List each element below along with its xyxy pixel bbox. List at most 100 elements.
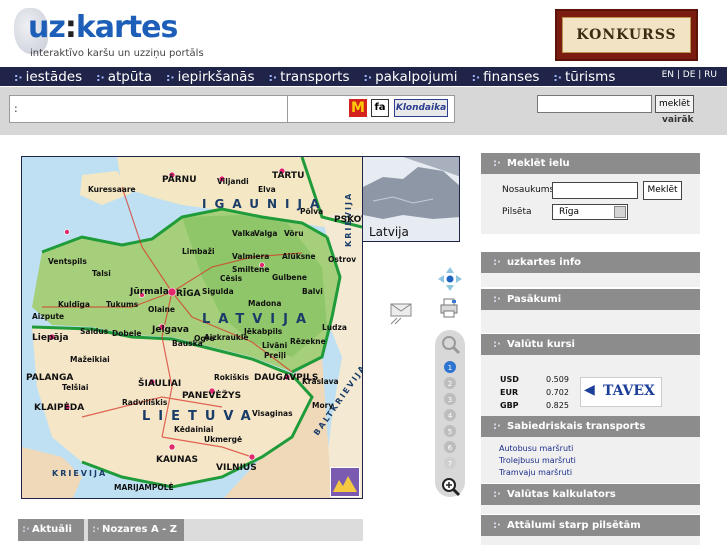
map-city[interactable]: Kuldīga xyxy=(58,300,90,309)
map-city[interactable]: Valga xyxy=(254,229,277,238)
map-city[interactable]: Kėdainiai xyxy=(174,425,213,434)
map-city[interactable]: Telšiai xyxy=(62,383,88,392)
street-name-input[interactable] xyxy=(552,182,638,199)
map-city[interactable]: Preiļi xyxy=(264,351,286,360)
map-city[interactable]: Rokiškis xyxy=(214,373,249,382)
zoom-levels[interactable]: 1 2 3 4 5 6 7 xyxy=(443,360,457,472)
nav-item-pakalpojumi[interactable]: :· pakalpojumi xyxy=(364,69,458,85)
map-city[interactable]: Liepāja xyxy=(32,333,69,343)
print-icon[interactable] xyxy=(439,298,459,318)
transport-link-trolleybus[interactable]: Trolejbusu maršruti xyxy=(499,456,576,465)
nav-item-iestades[interactable]: :· iestādes xyxy=(14,69,82,85)
map-city[interactable]: Mažeikiai xyxy=(70,355,110,364)
panel-events-header[interactable]: :· Pasākumi xyxy=(481,289,700,310)
transport-link-tram[interactable]: Tramvaju maršruti xyxy=(499,468,572,477)
nav-item-transports[interactable]: :· transports xyxy=(269,69,350,85)
language-switcher[interactable]: EN | DE | RU xyxy=(662,70,717,80)
sponsor-mcdonalds-logo[interactable]: M xyxy=(349,99,367,117)
map-city[interactable]: Jelgava xyxy=(152,325,189,335)
map-city[interactable]: Talsi xyxy=(92,269,111,278)
nav-item-turisms[interactable]: :· tūrisms xyxy=(553,69,615,85)
map-city[interactable]: Madona xyxy=(248,299,281,308)
top-search-button[interactable]: meklēt xyxy=(655,95,694,113)
tab-nozares[interactable]: :· Nozares A - Z xyxy=(88,519,184,541)
map-city[interactable]: Ukmergė xyxy=(204,435,242,444)
nav-item-finanses[interactable]: :· finanses xyxy=(472,69,540,85)
tab-aktuali[interactable]: :· Aktuāli xyxy=(18,519,84,541)
svg-text:4: 4 xyxy=(448,412,453,420)
map-city[interactable]: Krāslava xyxy=(302,377,339,386)
map-city[interactable]: Rēzekne xyxy=(290,337,326,346)
city-select[interactable]: Rīga xyxy=(552,204,628,220)
map-city[interactable]: Viljandi xyxy=(217,177,249,186)
site-logo[interactable]: uz:kartes interaktīvo karšu un uzziņu po… xyxy=(14,8,214,62)
map-city[interactable]: Aizpute xyxy=(32,312,64,321)
overview-minimap[interactable]: Latvija xyxy=(362,156,460,242)
map-city[interactable]: Ventspils xyxy=(48,257,87,266)
map-city[interactable]: Balvi xyxy=(302,287,323,296)
zoom-out-icon[interactable] xyxy=(441,335,461,355)
nav-item-atputa[interactable]: :· atpūta xyxy=(96,69,152,85)
map-city[interactable]: PÄRNU xyxy=(162,175,197,185)
map-city[interactable]: Aizkraukle xyxy=(204,333,248,342)
svg-text:3: 3 xyxy=(448,396,452,404)
map-city[interactable]: MARIJAMPOLĖ xyxy=(114,483,174,492)
panel-distances-header[interactable]: :· Attālumi starp pilsētām xyxy=(481,515,700,536)
zoom-in-icon[interactable] xyxy=(441,477,461,497)
map-city[interactable]: RĪGA xyxy=(176,289,201,299)
map-city[interactable]: Tukums xyxy=(106,300,138,309)
street-search-button[interactable]: Meklēt xyxy=(643,181,682,200)
sponsor-fa-logo[interactable]: fa xyxy=(371,99,389,117)
panel-transport-header[interactable]: :· Sabiedriskais transports xyxy=(481,416,700,437)
map-city[interactable]: ŠIAULIAI xyxy=(138,379,181,389)
panel-calculator-header[interactable]: :· Valūtas kalkulators xyxy=(481,484,700,505)
map-city[interactable]: Elva xyxy=(258,185,276,194)
transport-link-bus[interactable]: Autobusu maršruti xyxy=(499,444,573,453)
sponsor-klondaika-logo[interactable]: Klondaika xyxy=(394,99,448,117)
panel-info-header[interactable]: :· uzkartes info xyxy=(481,252,700,273)
map-city[interactable]: Smiltene xyxy=(232,265,269,274)
konkurss-banner[interactable]: KONKURSS xyxy=(555,9,698,61)
email-icon[interactable] xyxy=(389,302,413,326)
map-city[interactable]: KLAIPĖDA xyxy=(34,403,84,413)
map-city[interactable]: Līvāni xyxy=(262,341,287,350)
top-search-input[interactable] xyxy=(537,95,652,113)
more-link[interactable]: vairāk xyxy=(662,115,694,125)
map-city[interactable]: Saldus xyxy=(80,327,108,336)
map-city[interactable]: Võru xyxy=(284,229,304,238)
map-city[interactable]: Alūksne xyxy=(282,252,316,261)
svg-text:1: 1 xyxy=(448,364,452,372)
map-city[interactable]: Jūrmala xyxy=(130,287,169,297)
svg-text:6: 6 xyxy=(448,444,453,452)
map-city[interactable]: Bauska xyxy=(172,339,203,348)
map-city[interactable]: Olaine xyxy=(148,305,175,314)
tavex-logo[interactable]: ◀ TAVEX xyxy=(580,377,662,407)
map-city[interactable]: Kuressaare xyxy=(88,185,136,194)
map-city[interactable]: KAUNAS xyxy=(156,455,198,465)
map-city[interactable]: PSKOV xyxy=(334,215,362,225)
panel-street-search-header: :· Meklēt ielu xyxy=(481,153,700,174)
map-city[interactable]: Valka xyxy=(232,229,255,238)
map-city[interactable]: Valmiera xyxy=(232,252,269,261)
pan-control-icon[interactable] xyxy=(436,265,464,293)
map-city[interactable]: Visaginas xyxy=(252,409,293,418)
map-city[interactable]: TARTU xyxy=(272,171,304,181)
main-map[interactable]: IGAUNIJA LATVIJA LIETUVA KRIEVIJA BALTKR… xyxy=(21,156,363,499)
map-city[interactable]: Mory xyxy=(312,401,333,410)
panel-currency-header[interactable]: :· Valūtu kursi xyxy=(481,334,700,355)
map-city[interactable]: Jēkabpils xyxy=(244,327,282,336)
chevron-down-icon[interactable] xyxy=(614,206,626,218)
map-city[interactable]: PANEVĖŽYS xyxy=(182,391,241,401)
nav-item-iepirksanas[interactable]: :· iepirkšanās xyxy=(166,69,255,85)
map-city[interactable]: Põlva xyxy=(300,207,323,216)
map-city[interactable]: Radviliškis xyxy=(122,398,167,407)
map-city[interactable]: Dobele xyxy=(112,329,142,338)
map-city[interactable]: PALANGA xyxy=(26,373,73,383)
map-city[interactable]: Ludza xyxy=(322,323,347,332)
map-city[interactable]: Ostrov xyxy=(328,255,356,264)
map-city[interactable]: VILNIUS xyxy=(216,463,257,473)
map-city[interactable]: Cēsis xyxy=(220,274,242,283)
map-city[interactable]: Sigulda xyxy=(202,287,234,296)
map-city[interactable]: Limbaži xyxy=(182,247,215,256)
map-city[interactable]: Gulbene xyxy=(272,273,307,282)
